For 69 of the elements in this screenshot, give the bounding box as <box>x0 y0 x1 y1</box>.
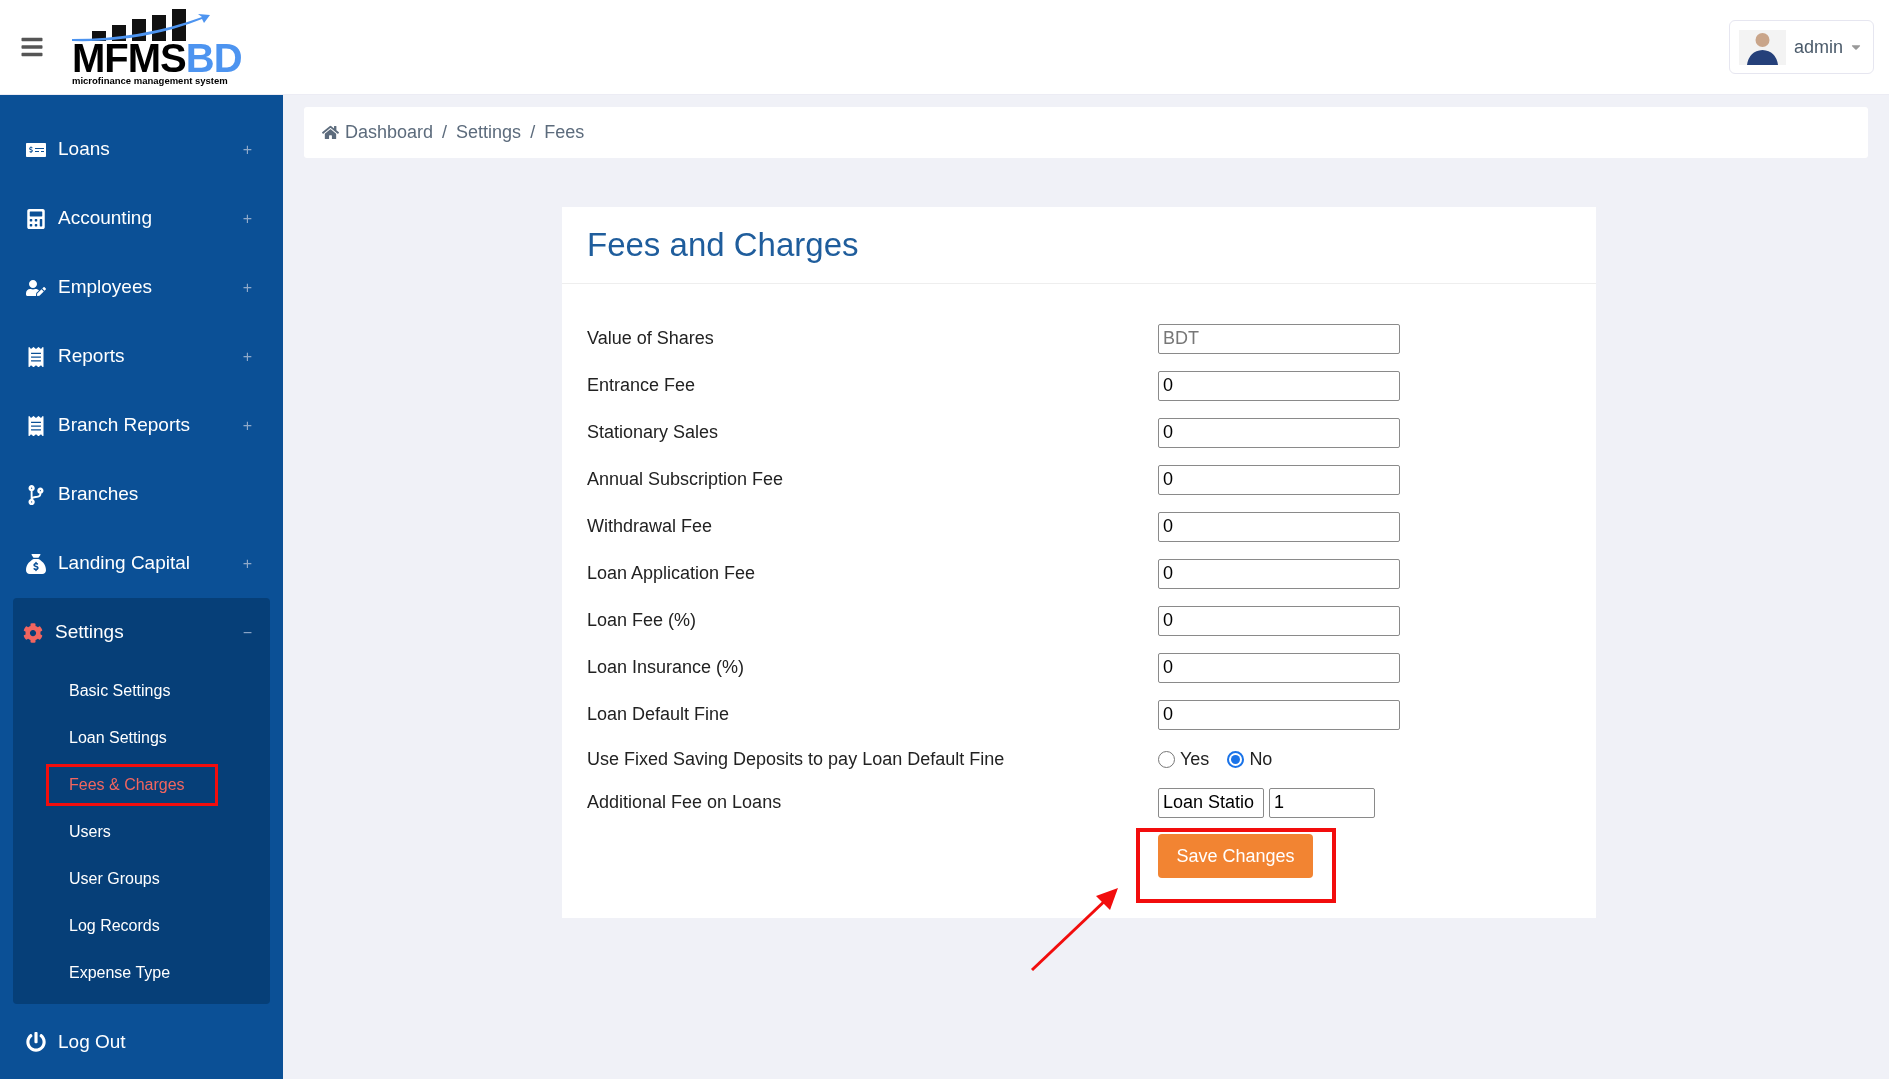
input-field[interactable]: 0 <box>1158 558 1400 589</box>
sidebar-item[interactable]: Employees + <box>13 253 270 322</box>
field-label: Annual Subscription Fee <box>587 468 785 491</box>
input-field[interactable]: Loan Statio <box>1158 787 1264 818</box>
receipt-icon <box>26 415 46 436</box>
radio-button[interactable] <box>1227 751 1245 768</box>
input-field[interactable]: 1 <box>1269 787 1375 818</box>
sidebar-item[interactable]: Branches <box>13 460 270 529</box>
logo-wordmark: MFMSBD <box>72 40 242 75</box>
input-field[interactable]: 0 <box>1158 370 1400 401</box>
breadcrumb-link[interactable]: Dashboard <box>345 119 434 146</box>
sidebar-item[interactable]: Branch Reports + <box>13 391 270 460</box>
radio-button[interactable] <box>1158 751 1175 768</box>
home-icon <box>322 124 339 141</box>
user-edit-icon <box>26 277 46 298</box>
input-field[interactable]: 0 <box>1158 605 1400 636</box>
input-field[interactable]: 0 <box>1158 511 1400 542</box>
input-field[interactable]: BDT <box>1158 323 1400 354</box>
toggle-icon: + <box>242 344 252 369</box>
toggle-icon: + <box>242 413 252 438</box>
user-menu[interactable]: admin <box>1728 20 1874 74</box>
toggle-icon: − <box>242 620 252 645</box>
money-bag-icon <box>26 553 46 574</box>
sidebar-item[interactable]: Accounting + <box>13 184 270 253</box>
sidebar-item[interactable]: Reports + <box>13 322 270 391</box>
field-label: Loan Insurance (%) <box>587 656 746 679</box>
breadcrumb-separator: / <box>530 121 536 144</box>
field-label: Loan Default Fine <box>587 703 731 726</box>
input-field[interactable]: 0 <box>1158 699 1400 730</box>
menu-icon[interactable] <box>20 35 44 59</box>
calculator-icon <box>26 208 46 229</box>
sidebar-subitem[interactable]: User Groups <box>46 857 218 900</box>
field-label: Stationary Sales <box>587 421 720 444</box>
sidebar-item[interactable]: Loans + <box>13 115 270 184</box>
field-label: Loan Fee (%) <box>587 609 698 632</box>
user-name: admin <box>1793 35 1843 59</box>
card-title: Fees and Charges <box>587 225 859 266</box>
field-label: Additional Fee on Loans <box>587 791 783 814</box>
sidebar-subitem[interactable]: Basic Settings <box>46 669 218 712</box>
toggle-icon: + <box>242 137 252 162</box>
field-label: Loan Application Fee <box>587 562 757 585</box>
breadcrumb-separator: / <box>442 121 448 144</box>
power-icon <box>26 1032 46 1052</box>
gear-icon <box>23 622 43 643</box>
input-field[interactable]: 0 <box>1158 652 1400 683</box>
toggle-icon: + <box>242 551 252 576</box>
sidebar-subitem[interactable]: Users <box>46 810 218 853</box>
radio-label: No <box>1249 748 1273 771</box>
field-label: Withdrawal Fee <box>587 515 714 538</box>
toggle-icon: + <box>242 206 252 231</box>
sidebar-item[interactable]: Landing Capital + <box>13 529 270 598</box>
input-field[interactable]: 0 <box>1158 464 1400 495</box>
sidebar-item[interactable]: Settings − <box>13 598 270 667</box>
branch-icon <box>26 484 46 505</box>
breadcrumb-link[interactable]: Settings <box>456 119 522 146</box>
field-label: Use Fixed Saving Deposits to pay Loan Default Fine <box>587 748 1006 771</box>
radio-label: Yes <box>1180 748 1210 771</box>
sidebar-subitem[interactable]: Expense Type <box>46 951 218 994</box>
logout-link[interactable]: Log Out <box>0 1012 283 1072</box>
receipt-icon <box>26 346 46 367</box>
logo-tagline: microfinance management system <box>72 74 228 86</box>
sidebar-subitem[interactable]: Loan Settings <box>46 716 218 759</box>
field-label: Entrance Fee <box>587 374 697 397</box>
toggle-icon: + <box>242 275 252 300</box>
input-field[interactable]: 0 <box>1158 417 1400 448</box>
avatar-icon <box>1738 29 1786 65</box>
field-label: Value of Shares <box>587 327 715 350</box>
sidebar-subitem[interactable]: Log Records <box>46 904 218 947</box>
breadcrumb-link[interactable]: Fees <box>544 119 585 146</box>
